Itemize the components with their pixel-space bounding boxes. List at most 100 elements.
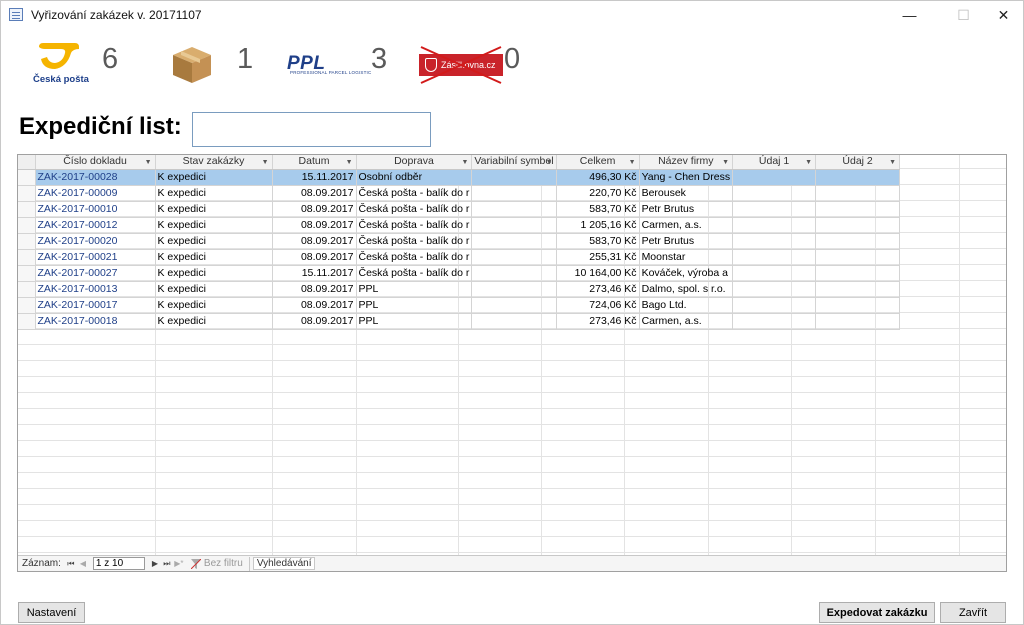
cell-celkem[interactable]: 1 205,16 Kč [556,217,640,234]
cell-nazev-firmy[interactable]: Dalmo, spol. s r.o. [639,281,734,298]
column-dropdown-icon[interactable]: ▼ [262,156,269,168]
cell-udaj-1[interactable] [732,313,817,330]
cell-doprava[interactable]: Osobní odběr [356,169,473,186]
cell-cislo-dokladu[interactable]: ZAK-2017-00018 [35,313,156,330]
cell-cislo-dokladu[interactable]: ZAK-2017-00027 [35,265,156,282]
cell-udaj-1[interactable] [732,201,817,218]
table-row[interactable]: ZAK-2017-00009 K expedici 08.09.2017 Česká … [18,185,901,202]
column-dropdown-icon[interactable]: ▼ [546,156,553,168]
cell-stav-zakazky[interactable]: K expedici [155,233,273,250]
search-box[interactable]: Vyhledávání [252,557,316,570]
column-dropdown-icon[interactable]: ▼ [889,156,896,168]
row-selector[interactable] [18,201,36,218]
previous-record-button[interactable]: ◀ [77,559,89,568]
cell-doprava[interactable]: Česká pošta - balík do r [356,217,473,234]
table-row[interactable]: ZAK-2017-00010 K expedici 08.09.2017 Česká … [18,201,901,218]
column-header-cislo-dokladu[interactable]: Číslo dokladu ▼ [35,155,156,170]
cell-datum[interactable]: 08.09.2017 [272,201,357,218]
cell-celkem[interactable]: 583,70 Kč [556,233,640,250]
cell-udaj-1[interactable] [732,233,817,250]
cell-udaj-2[interactable] [815,169,901,186]
close-window-button[interactable]: ✕ [981,1,1024,29]
cell-udaj-2[interactable] [815,201,901,218]
cell-udaj-2[interactable] [815,297,901,314]
row-selector[interactable] [18,281,36,298]
cell-datum[interactable]: 15.11.2017 [272,265,357,282]
cell-stav-zakazky[interactable]: K expedici [155,313,273,330]
cell-datum[interactable]: 08.09.2017 [272,297,357,314]
new-record-button[interactable]: ▶* [173,559,185,568]
last-record-button[interactable]: ⏭ [161,559,173,569]
table-row[interactable]: ZAK-2017-00028 K expedici 15.11.2017 Osobní… [18,169,901,186]
cell-variabilni-symbol[interactable] [471,313,557,330]
cell-stav-zakazky[interactable]: K expedici [155,297,273,314]
column-header-udaj-1[interactable]: Údaj 1 ▼ [732,155,817,170]
cell-nazev-firmy[interactable]: Carmen, a.s. [639,313,734,330]
cell-cislo-dokladu[interactable]: ZAK-2017-00012 [35,217,156,234]
row-selector[interactable] [18,233,36,250]
cell-doprava[interactable]: Česká pošta - balík do r [356,201,473,218]
cell-nazev-firmy[interactable]: Petr Brutus [639,233,734,250]
cell-doprava[interactable]: Česká pošta - balík do r [356,265,473,282]
cell-variabilni-symbol[interactable] [471,201,557,218]
row-selector[interactable] [18,313,36,330]
cell-stav-zakazky[interactable]: K expedici [155,201,273,218]
column-header-udaj-2[interactable]: Údaj 2 ▼ [815,155,901,170]
cell-datum[interactable]: 15.11.2017 [272,169,357,186]
expedition-list-input[interactable] [192,112,431,147]
cell-celkem[interactable]: 255,31 Kč [556,249,640,266]
cell-variabilni-symbol[interactable] [471,233,557,250]
next-record-button[interactable]: ▶ [149,559,161,568]
cell-doprava[interactable]: PPL [356,281,473,298]
cell-udaj-2[interactable] [815,249,901,266]
table-row[interactable]: ZAK-2017-00013 K expedici 08.09.2017 PPL 273… [18,281,901,298]
cell-datum[interactable]: 08.09.2017 [272,281,357,298]
row-selector[interactable] [18,265,36,282]
settings-button[interactable]: Nastavení [18,602,85,623]
cell-cislo-dokladu[interactable]: ZAK-2017-00009 [35,185,156,202]
cell-cislo-dokladu[interactable]: ZAK-2017-00021 [35,249,156,266]
table-row[interactable]: ZAK-2017-00017 K expedici 08.09.2017 PPL 724… [18,297,901,314]
table-row[interactable]: ZAK-2017-00018 K expedici 08.09.2017 PPL 273… [18,313,901,330]
cell-celkem[interactable]: 724,06 Kč [556,297,640,314]
cell-datum[interactable]: 08.09.2017 [272,313,357,330]
column-header-celkem[interactable]: Celkem ▼ [556,155,640,170]
column-dropdown-icon[interactable]: ▼ [629,156,636,168]
cell-celkem[interactable]: 496,30 Kč [556,169,640,186]
cell-stav-zakazky[interactable]: K expedici [155,281,273,298]
cell-doprava[interactable]: PPL [356,313,473,330]
cell-celkem[interactable]: 220,70 Kč [556,185,640,202]
column-header-doprava[interactable]: Doprava ▼ [356,155,473,170]
cell-cislo-dokladu[interactable]: ZAK-2017-00028 [35,169,156,186]
column-dropdown-icon[interactable]: ▼ [805,156,812,168]
cell-udaj-2[interactable] [815,313,901,330]
cell-udaj-1[interactable] [732,169,817,186]
row-selector[interactable] [18,185,36,202]
maximize-button[interactable]: ☐ [941,1,986,29]
cell-doprava[interactable]: Česká pošta - balík do r [356,233,473,250]
filter-toggle[interactable]: Bez filtru [190,556,250,571]
record-position-field[interactable] [92,557,145,570]
cell-stav-zakazky[interactable]: K expedici [155,217,273,234]
cell-variabilni-symbol[interactable] [471,281,557,298]
cell-variabilni-symbol[interactable] [471,249,557,266]
row-selector[interactable] [18,249,36,266]
column-dropdown-icon[interactable]: ▼ [346,156,353,168]
cell-datum[interactable]: 08.09.2017 [272,233,357,250]
cell-doprava[interactable]: Česká pošta - balík do r [356,249,473,266]
cell-variabilni-symbol[interactable] [471,169,557,186]
cell-udaj-1[interactable] [732,297,817,314]
cell-celkem[interactable]: 583,70 Kč [556,201,640,218]
cell-variabilni-symbol[interactable] [471,217,557,234]
cell-variabilni-symbol[interactable] [471,185,557,202]
cell-celkem[interactable]: 10 164,00 Kč [556,265,640,282]
column-dropdown-icon[interactable]: ▼ [461,156,468,168]
table-row[interactable]: ZAK-2017-00027 K expedici 15.11.2017 Česká … [18,265,901,282]
table-row[interactable]: ZAK-2017-00021 K expedici 08.09.2017 Česká … [18,249,901,266]
row-selector[interactable] [18,297,36,314]
cell-nazev-firmy[interactable]: Bago Ltd. [639,297,734,314]
cell-cislo-dokladu[interactable]: ZAK-2017-00017 [35,297,156,314]
cell-cislo-dokladu[interactable]: ZAK-2017-00020 [35,233,156,250]
cell-doprava[interactable]: PPL [356,297,473,314]
cell-doprava[interactable]: Česká pošta - balík do r [356,185,473,202]
